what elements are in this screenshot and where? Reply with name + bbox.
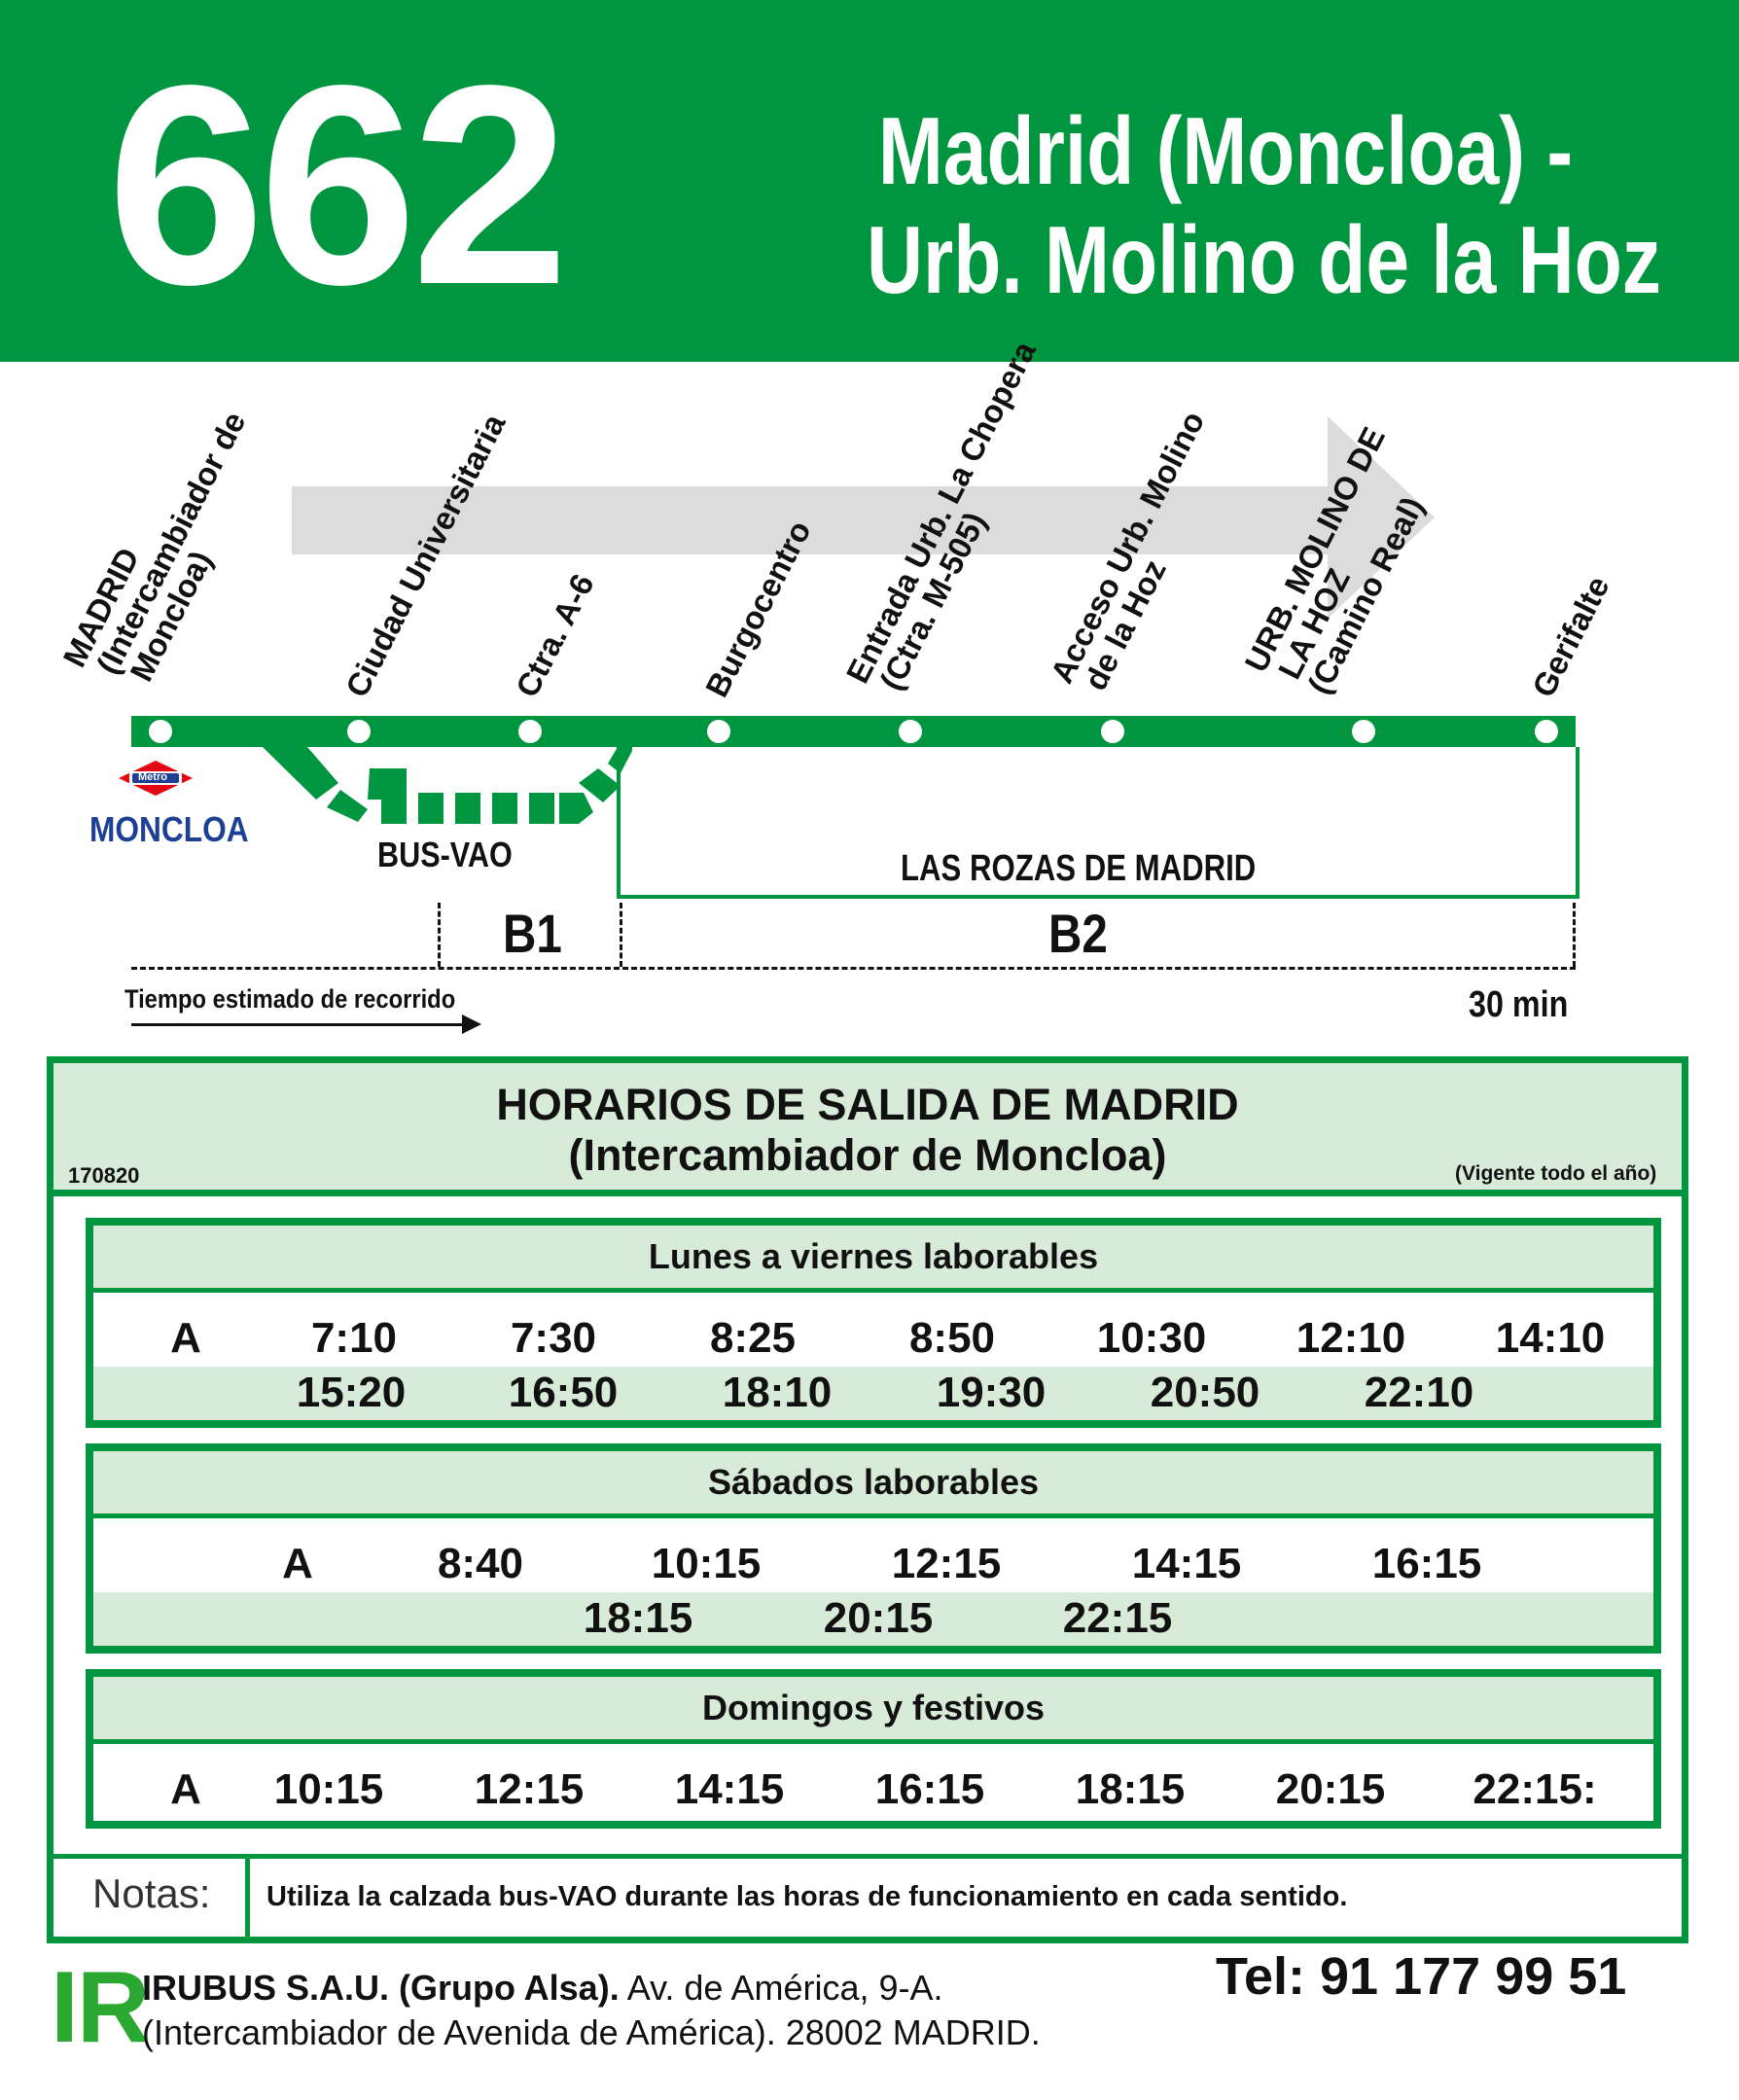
company-logo: IR <box>51 1951 150 2064</box>
stop-dot <box>1352 720 1375 743</box>
departure-time: 15:20 <box>296 1369 407 1416</box>
stop-label-madrid: MADRID (Intercambiador de Moncloa) <box>55 406 253 703</box>
departure-time: 16:50 <box>508 1369 619 1416</box>
departure-time: 18:15 <box>1075 1765 1186 1813</box>
departure-time: 18:10 <box>722 1369 833 1416</box>
departure-time: 14:10 <box>1495 1314 1606 1362</box>
departure-time: 18:15 <box>583 1594 693 1642</box>
metro-logo-text: Metro <box>138 771 167 783</box>
notes-divider <box>245 1854 250 1937</box>
zone-area-label: LAS ROZAS DE MADRID <box>901 848 1257 889</box>
route-number: 662 <box>107 26 569 343</box>
stop-dot <box>707 720 730 743</box>
schedule-sundays-label: Domingos y festivos <box>93 1677 1653 1744</box>
schedule-weekdays-label: Lunes a viernes laborables <box>93 1226 1653 1293</box>
timetable-title-line1: HORARIOS DE SALIDA DE MADRID <box>496 1080 1239 1129</box>
departure-time: 20:50 <box>1150 1369 1260 1416</box>
phone-number: Tel: 91 177 99 51 <box>1216 1947 1627 2006</box>
departure-time: 16:15 <box>874 1765 985 1813</box>
departure-time: 10:15 <box>273 1765 384 1813</box>
departure-time: 14:15 <box>1131 1540 1242 1587</box>
departure-time: 8:25 <box>709 1314 797 1362</box>
departure-time: 14:15 <box>674 1765 785 1813</box>
travel-arrow-icon <box>131 1023 462 1026</box>
travel-time-label: Tiempo estimado de recorrido <box>124 984 456 1014</box>
stop-dot <box>1535 720 1558 743</box>
departure-time: 12:15 <box>474 1765 585 1813</box>
company-name: IRUBUS S.A.U. (Grupo Alsa). <box>142 1968 620 2008</box>
timetable-header-divider <box>47 1190 1688 1196</box>
departure-time: 8:40 <box>437 1540 524 1587</box>
stop-dot <box>149 720 172 743</box>
bus-vao-lane <box>263 747 632 824</box>
zone-b1: B1 <box>503 903 562 964</box>
departure-time: 7:10 <box>310 1314 398 1362</box>
note-marker: A <box>282 1540 313 1587</box>
departure-time: 22:10 <box>1364 1369 1474 1416</box>
route-title-line1: Madrid (Moncloa) - <box>877 97 1574 204</box>
departure-time: 12:15 <box>891 1540 1002 1587</box>
departure-time: 10:30 <box>1096 1314 1207 1362</box>
stop-dot <box>899 720 922 743</box>
departure-time: 8:50 <box>908 1314 996 1362</box>
departure-time: 20:15 <box>823 1594 934 1642</box>
departure-time: 16:15 <box>1371 1540 1482 1587</box>
departure-time: 22:15 <box>1062 1594 1173 1642</box>
note-marker: A <box>170 1314 201 1362</box>
zone-b2: B2 <box>1048 903 1108 964</box>
schedule-weekdays: Lunes a viernes laborables A 7:10 7:30 8… <box>86 1218 1661 1428</box>
bus-vao-label: BUS-VAO <box>377 835 513 874</box>
stop-label-gerifalte: Gerifalte <box>1524 570 1616 703</box>
notes-text: Utiliza la calzada bus-VAO durante las h… <box>266 1881 1348 1912</box>
timetable-validity: (Vigente todo el año) <box>1455 1162 1657 1185</box>
metro-station-name: MONCLOA <box>89 809 249 849</box>
zone-divider <box>438 903 441 967</box>
travel-arrow-head-icon <box>462 1014 481 1034</box>
schedule-saturdays-label: Sábados laborables <box>93 1451 1653 1518</box>
company-address-line1: IRUBUS S.A.U. (Grupo Alsa). Av. de Améri… <box>142 1967 943 2010</box>
schedule-saturdays: Sábados laborables A 8:40 10:15 12:15 14… <box>86 1443 1661 1654</box>
company-address: Av. de América, 9-A. <box>619 1968 943 2008</box>
departure-time: 20:15 <box>1275 1765 1386 1813</box>
company-address-line2: (Intercambiador de Avenida de América). … <box>142 2012 1041 2052</box>
note-marker: A <box>170 1765 201 1813</box>
timetable-title-line2: (Intercambiador de Moncloa) <box>568 1130 1167 1180</box>
stop-dot <box>1101 720 1124 743</box>
departure-time: 22:15: <box>1473 1765 1597 1813</box>
departure-time: 7:30 <box>510 1314 597 1362</box>
travel-time-value: 30 min <box>1469 984 1569 1025</box>
departure-time: 12:10 <box>1295 1314 1406 1362</box>
travel-time-scale <box>131 967 1576 970</box>
route-title-line2: Urb. Molino de la Hoz <box>867 206 1661 313</box>
departure-time: 10:15 <box>651 1540 762 1587</box>
notes-label: Notas: <box>92 1870 211 1916</box>
zone-divider <box>620 903 622 967</box>
departure-time: 19:30 <box>936 1369 1047 1416</box>
schedule-sundays: Domingos y festivos A 10:15 12:15 14:15 … <box>86 1669 1661 1829</box>
timetable-code: 170820 <box>68 1163 140 1188</box>
zone-divider <box>1573 903 1576 967</box>
